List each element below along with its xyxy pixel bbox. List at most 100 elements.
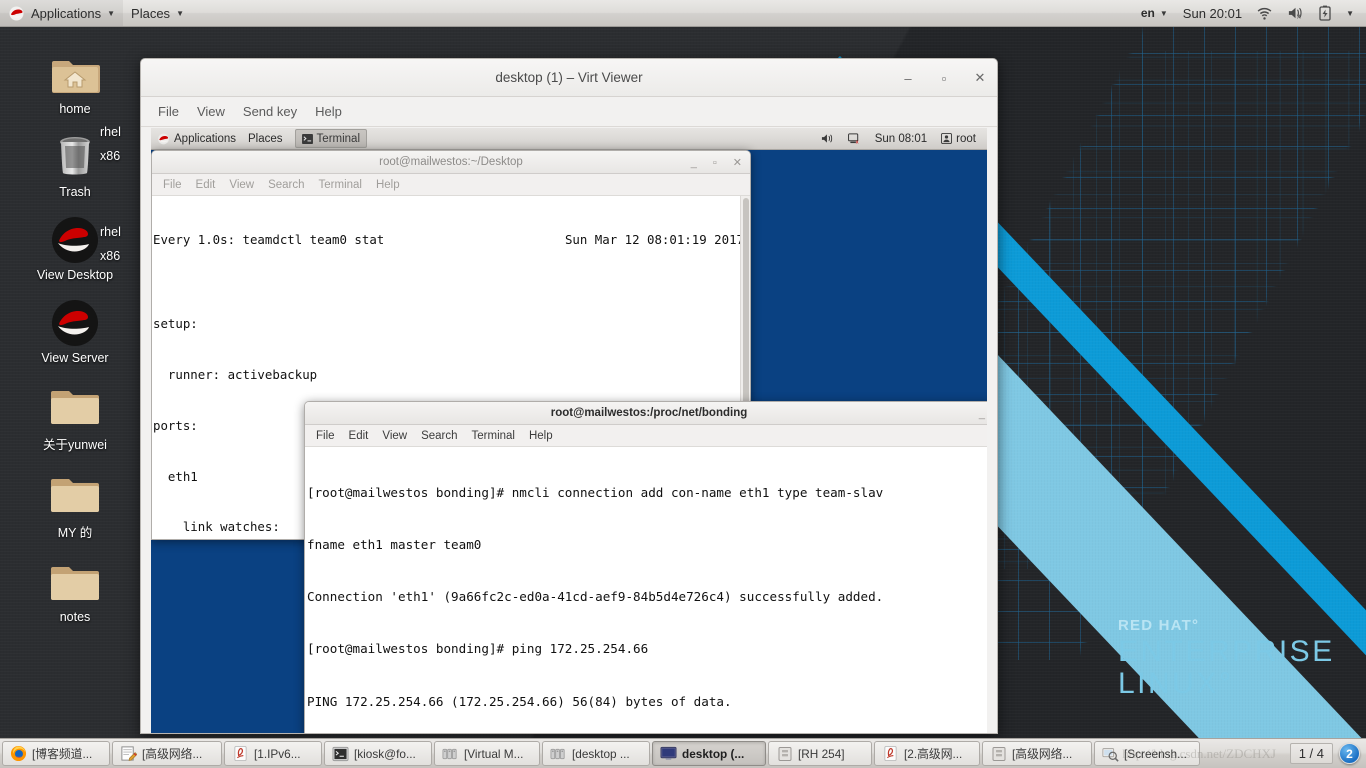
guest-top-panel: Applications Places Terminal x Sun 08:01… bbox=[151, 128, 987, 150]
taskbar-item-label: [1.IPv6... bbox=[254, 746, 301, 761]
terminal-watch-titlebar[interactable]: root@mailwestos:~/Desktop _ ▫ ✕ bbox=[152, 151, 750, 174]
folder-icon bbox=[49, 469, 101, 519]
taskbar-item-notepad[interactable]: [高级网络... bbox=[112, 741, 222, 766]
terminal-line: Connection 'eth1' (9a66fc2c-ed0a-41cd-ae… bbox=[307, 589, 884, 605]
desktop-icon-label: 关于yunwei bbox=[43, 438, 107, 452]
taskbar-item-label: desktop (... bbox=[682, 746, 745, 761]
clock[interactable]: Sun 20:01 bbox=[1177, 0, 1248, 26]
terminal-window-bonding: root@mailwestos:/proc/net/bonding _ File… bbox=[304, 401, 987, 733]
menu-item-help[interactable]: Help bbox=[522, 428, 560, 444]
menu-item-edit[interactable]: Edit bbox=[189, 177, 223, 193]
menu-item-file[interactable]: File bbox=[149, 101, 188, 122]
evince-icon bbox=[232, 745, 249, 762]
taskbar-status-area: 1 / 4 2 bbox=[1289, 743, 1364, 764]
redhat-logo-icon bbox=[8, 6, 25, 21]
taskbar-item-label: [2.高级网... bbox=[904, 747, 963, 761]
notification-badge[interactable]: 2 bbox=[1339, 743, 1360, 764]
language-label: en bbox=[1140, 6, 1155, 20]
maximize-button[interactable]: ▫ bbox=[937, 71, 951, 86]
guest-places-label: Places bbox=[248, 132, 283, 145]
terminal-icon bbox=[301, 133, 313, 144]
maximize-button[interactable]: ▫ bbox=[713, 157, 717, 169]
menu-item-file[interactable]: File bbox=[309, 428, 342, 444]
virt-viewer-window: desktop (1) – Virt Viewer – ▫ ✕ File Vie… bbox=[140, 58, 998, 734]
guest-applications-menu[interactable]: Applications bbox=[151, 128, 242, 149]
volume-icon[interactable] bbox=[815, 128, 840, 149]
svg-text:x: x bbox=[1297, 13, 1301, 20]
desktop-icon-guanyu-yunwei[interactable]: 关于yunwei bbox=[0, 381, 150, 453]
network-disconnected-icon[interactable]: x bbox=[842, 128, 867, 149]
terminal-bonding-output[interactable]: [root@mailwestos bonding]# nmcli connect… bbox=[305, 447, 987, 733]
minimize-button[interactable]: – bbox=[901, 71, 915, 86]
taskbar-item-label: [Virtual M... bbox=[464, 746, 524, 761]
menu-item-terminal[interactable]: Terminal bbox=[312, 177, 369, 193]
battery-icon[interactable] bbox=[1313, 0, 1337, 26]
menu-item-view[interactable]: View bbox=[188, 101, 234, 122]
terminal-line: fname eth1 master team0 bbox=[307, 537, 482, 553]
menu-item-help[interactable]: Help bbox=[306, 101, 351, 122]
terminal-line: setup: bbox=[153, 316, 198, 332]
notepad-icon bbox=[120, 746, 137, 762]
desktop-icon-view-server[interactable]: View Server bbox=[0, 298, 150, 365]
workspace-switcher[interactable]: 1 / 4 bbox=[1289, 743, 1333, 764]
places-menu-label: Places bbox=[131, 5, 171, 21]
close-button[interactable]: ✕ bbox=[733, 156, 742, 169]
taskbar-item-ipv6-doc[interactable]: [1.IPv6... bbox=[224, 741, 322, 766]
terminal-watch-title: root@mailwestos:~/Desktop bbox=[379, 156, 523, 168]
language-indicator[interactable]: en ▼ bbox=[1135, 0, 1174, 26]
guest-clock[interactable]: Sun 08:01 bbox=[869, 128, 933, 149]
taskbar-item-kiosk-terminal[interactable]: [kiosk@fo... bbox=[324, 741, 432, 766]
guest-taskbar-label: Terminal bbox=[316, 132, 361, 145]
trash-icon bbox=[49, 132, 101, 182]
terminal-bonding-title: root@mailwestos:/proc/net/bonding bbox=[550, 407, 748, 419]
taskbar-item-screenshot[interactable]: [Screensh... bbox=[1094, 741, 1200, 766]
chevron-down-icon: ▼ bbox=[1346, 8, 1354, 18]
menu-item-view[interactable]: View bbox=[375, 428, 414, 444]
virt-viewer-titlebar[interactable]: desktop (1) – Virt Viewer – ▫ ✕ bbox=[141, 59, 997, 97]
taskbar-item-firefox[interactable]: [博客频道... bbox=[2, 741, 110, 766]
menu-item-help[interactable]: Help bbox=[369, 177, 407, 193]
menu-item-view[interactable]: View bbox=[222, 177, 261, 193]
menu-item-terminal[interactable]: Terminal bbox=[465, 428, 522, 444]
guest-places-menu[interactable]: Places bbox=[242, 128, 289, 149]
guest-taskbar-item-terminal[interactable]: Terminal bbox=[294, 129, 368, 148]
partial-desktop-label: x86 bbox=[100, 249, 121, 263]
close-button[interactable]: ✕ bbox=[973, 70, 987, 86]
folder-icon bbox=[49, 557, 101, 607]
desktop-icon-notes[interactable]: notes bbox=[0, 557, 150, 624]
desktop-icon-trash[interactable]: Trash bbox=[0, 132, 150, 199]
terminal-line: PING 172.25.254.66 (172.25.254.66) 56(84… bbox=[307, 693, 732, 709]
volume-muted-icon[interactable]: x bbox=[1281, 0, 1310, 26]
taskbar-item-archive-network[interactable]: [高级网络... bbox=[982, 741, 1092, 766]
menu-item-send-key[interactable]: Send key bbox=[234, 101, 306, 122]
system-menu-chevron[interactable]: ▼ bbox=[1340, 0, 1360, 26]
places-menu[interactable]: Places ▼ bbox=[123, 0, 192, 26]
redhat-logo-icon bbox=[157, 133, 170, 145]
minimize-button[interactable]: _ bbox=[979, 408, 985, 420]
desktop-icon-view-desktop[interactable]: View Desktop bbox=[0, 215, 150, 282]
taskbar-item-label: [高级网络... bbox=[142, 747, 203, 761]
menu-item-search[interactable]: Search bbox=[261, 177, 311, 193]
menu-item-search[interactable]: Search bbox=[414, 428, 464, 444]
watch-header-right: Sun Mar 12 08:01:19 2017 bbox=[564, 231, 744, 247]
guest-user-menu[interactable]: root bbox=[935, 128, 982, 149]
minimize-button[interactable]: _ bbox=[691, 157, 697, 169]
menu-item-edit[interactable]: Edit bbox=[342, 428, 376, 444]
desktop-icon-home[interactable]: home bbox=[0, 49, 150, 116]
clock-label: Sun 20:01 bbox=[1182, 5, 1243, 21]
taskbar-item-rh254[interactable]: [RH 254] bbox=[768, 741, 872, 766]
virt-viewer-title: desktop (1) – Virt Viewer bbox=[495, 70, 643, 85]
taskbar-item-doc2[interactable]: [2.高级网... bbox=[874, 741, 980, 766]
terminal-bonding-titlebar[interactable]: root@mailwestos:/proc/net/bonding _ bbox=[305, 402, 987, 425]
user-icon bbox=[941, 133, 953, 144]
terminal-line: runner: activebackup bbox=[153, 367, 318, 383]
menu-item-file[interactable]: File bbox=[156, 177, 189, 193]
taskbar-item-desktop-viewer-active[interactable]: desktop (... bbox=[652, 741, 766, 766]
taskbar-item-virtual-machine-manager[interactable]: [Virtual M... bbox=[434, 741, 540, 766]
wifi-icon[interactable] bbox=[1251, 0, 1278, 26]
guest-status-area: x Sun 08:01 root bbox=[815, 128, 987, 149]
taskbar-item-desktop-vm[interactable]: [desktop ... bbox=[542, 741, 650, 766]
guest-clock-label: Sun 08:01 bbox=[874, 132, 928, 145]
applications-menu[interactable]: Applications ▼ bbox=[0, 0, 124, 26]
desktop-icon-my-de[interactable]: MY 的 bbox=[0, 469, 150, 541]
